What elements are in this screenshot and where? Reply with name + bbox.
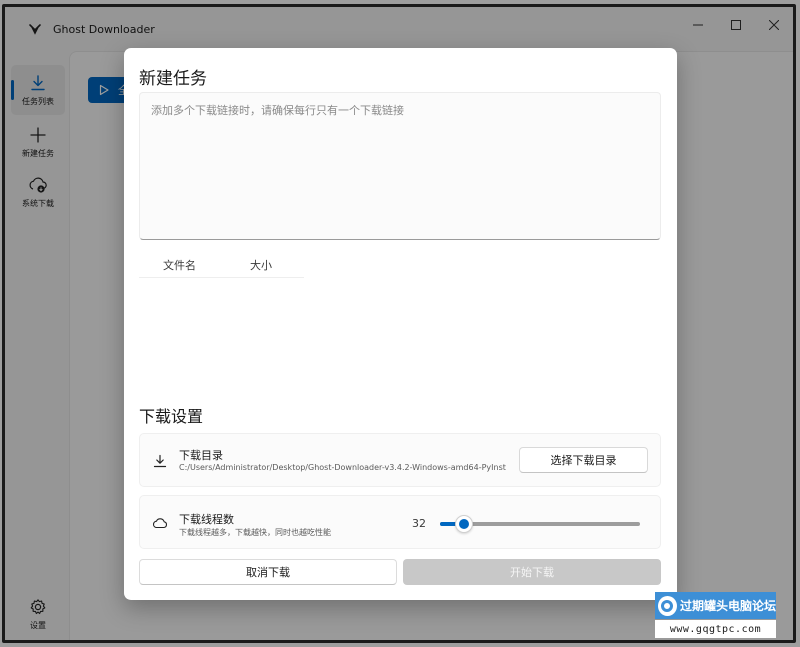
download-settings-title: 下载设置 [139, 407, 204, 426]
watermark-banner: 过期罐头电脑论坛 [655, 592, 776, 619]
download-dir-title: 下载目录 [179, 449, 223, 462]
new-task-dialog: 新建任务 文件名 大小 下载设置 下载目录 C:/Users/Administr… [124, 48, 677, 600]
thread-count-card: 下载线程数 下载线程越多，下载越快，同时也越吃性能 32 [139, 495, 661, 549]
url-input[interactable] [139, 92, 661, 240]
cloud-icon [152, 515, 168, 531]
thread-count-title: 下载线程数 [179, 513, 234, 526]
watermark-url: www.gqgtpc.com [655, 620, 776, 638]
download-icon [152, 453, 168, 469]
column-header-filename: 文件名 [163, 259, 196, 272]
slider-thumb[interactable] [455, 515, 473, 533]
dialog-title: 新建任务 [139, 69, 207, 89]
forum-watermark: 过期罐头电脑论坛 www.gqgtpc.com [655, 592, 776, 638]
thread-count-slider[interactable] [440, 515, 640, 533]
watermark-name: 过期罐头电脑论坛 [679, 599, 776, 613]
forum-logo-icon [658, 595, 677, 616]
download-dir-card: 下载目录 C:/Users/Administrator/Desktop/Ghos… [139, 433, 661, 487]
thread-count-value: 32 [412, 517, 426, 530]
column-header-size: 大小 [250, 259, 272, 272]
download-dir-path: C:/Users/Administrator/Desktop/Ghost-Dow… [179, 463, 506, 472]
thread-count-description: 下载线程越多，下载越快，同时也越吃性能 [179, 528, 331, 537]
file-table-header: 文件名 大小 [139, 251, 304, 278]
start-download-button[interactable]: 开始下载 [403, 559, 661, 585]
cancel-download-button[interactable]: 取消下载 [139, 559, 397, 585]
choose-dir-button[interactable]: 选择下载目录 [519, 447, 648, 473]
